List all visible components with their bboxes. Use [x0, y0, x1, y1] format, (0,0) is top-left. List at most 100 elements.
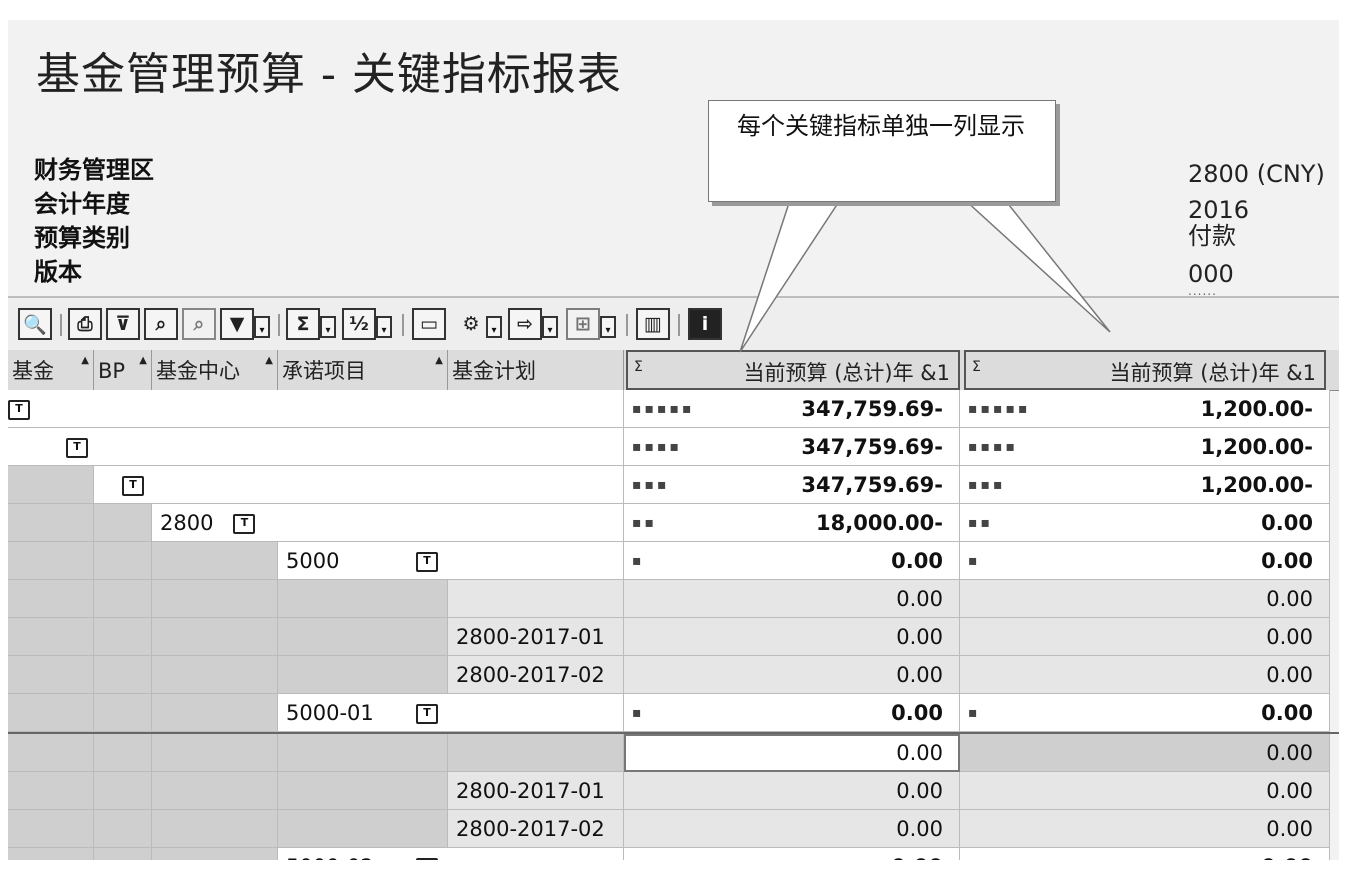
export-dropdown[interactable]: ▾: [486, 316, 502, 338]
budget-value-1: 0.00: [891, 848, 943, 860]
header-label-fiscal-year: 会计年度: [34, 189, 130, 218]
budget-value-2: 0.00: [1266, 741, 1313, 765]
table-row[interactable]: 2800-2017-01 0.00 0.00: [8, 618, 1339, 656]
budget-value-2: 1,200.00-: [1200, 435, 1313, 459]
budget-value-1: 347,759.69-: [801, 435, 943, 459]
toolbar-separator: [60, 314, 62, 336]
print-icon[interactable]: ⎙: [68, 308, 102, 340]
column-header-fund-center[interactable]: 基金中心 ▲: [152, 350, 278, 390]
column-header-label: 基金中心: [156, 359, 240, 383]
layout-icon[interactable]: ⊞: [566, 308, 600, 340]
budget-value-1: 347,759.69-: [801, 473, 943, 497]
table-row[interactable]: 0.00 0.00: [8, 580, 1339, 618]
table-row[interactable]: 2800-2017-01 0.00 0.00: [8, 772, 1339, 810]
header-label-budget-category: 预算类别: [34, 223, 130, 252]
subtotal-icon[interactable]: T: [416, 552, 438, 572]
table-row[interactable]: T ▪▪▪ 347,759.69- ▪▪▪ 1,200.00-: [8, 466, 1339, 504]
table-row[interactable]: 2800-2017-02 0.00 0.00: [8, 810, 1339, 848]
find-next-icon[interactable]: ⌕: [182, 308, 216, 340]
header-value-version: 000: [1188, 260, 1234, 288]
column-header-label: 基金计划: [452, 359, 536, 383]
hierarchy-dots: ▪: [632, 705, 645, 721]
table-row[interactable]: 5000-02 T ▪ 0.00 ▪ 0.00: [8, 848, 1339, 860]
budget-value-2: 0.00: [1266, 587, 1313, 611]
hierarchy-dots: ▪▪▪: [968, 477, 1006, 493]
fund-plan-value: 2800-2017-02: [448, 810, 624, 848]
subtotal-icon[interactable]: T: [233, 514, 256, 534]
sort-ascending-icon: ▲: [435, 355, 443, 366]
set-filter-dropdown[interactable]: ▾: [254, 316, 270, 338]
header-label-fm-area: 财务管理区: [34, 155, 154, 184]
budget-value-2: 0.00: [1261, 549, 1313, 573]
hierarchy-dots: ▪: [968, 705, 981, 721]
table-row[interactable]: T ▪▪▪▪▪ 347,759.69- ▪▪▪▪▪ 1,200.00-: [8, 390, 1339, 428]
column-header-fund[interactable]: 基金 ▲: [8, 350, 94, 390]
table-row-selected[interactable]: 0.00 0.00: [8, 732, 1339, 772]
sigma-icon: Σ: [634, 359, 643, 375]
graph-icon[interactable]: ▥: [636, 308, 670, 340]
budget-value-1: 0.00: [896, 587, 943, 611]
header-value-budget-category: 付款: [1188, 222, 1236, 250]
sum-icon[interactable]: Σ: [286, 308, 320, 340]
sort-ascending-icon: ▲: [265, 355, 273, 366]
header-value-fm-area: 2800 (CNY): [1188, 160, 1325, 188]
fund-plan-value: 2800-2017-01: [448, 618, 624, 656]
layout-dropdown[interactable]: ▾: [600, 316, 616, 338]
table-row[interactable]: T ▪▪▪▪ 347,759.69- ▪▪▪▪ 1,200.00-: [8, 428, 1339, 466]
budget-value-2: 0.00: [1261, 848, 1313, 860]
budget-value-1: 0.00: [891, 701, 943, 725]
header-label-version: 版本: [34, 257, 82, 286]
column-header-commitment-item[interactable]: 承诺项目 ▲: [278, 350, 448, 390]
budget-value-1: 347,759.69-: [801, 397, 943, 421]
budget-value-1: 0.00: [896, 663, 943, 687]
set-filter-icon[interactable]: ▼: [220, 308, 254, 340]
filter-icon[interactable]: ⊽: [106, 308, 140, 340]
find-icon[interactable]: ⌕: [144, 308, 178, 340]
column-header-budget-2[interactable]: Σ 当前预算 (总计)年 &1: [964, 350, 1326, 390]
subtotal-icon[interactable]: T: [8, 400, 30, 420]
budget-value-2: 0.00: [1266, 663, 1313, 687]
table-row[interactable]: 2800 T ▪▪ 18,000.00- ▪▪ 0.00: [8, 504, 1339, 542]
column-header-label: 当前预算 (总计)年 &1: [1109, 361, 1316, 385]
budget-value-1: 0.00: [891, 549, 943, 573]
budget-value-1: 0.00: [896, 779, 943, 803]
subtotal-icon[interactable]: T: [66, 438, 88, 458]
view-icon[interactable]: ⇨: [508, 308, 542, 340]
subtotal-icon[interactable]: T: [416, 704, 438, 724]
toolbar-separator: [402, 314, 404, 336]
subtotal-icon[interactable]: T: [122, 476, 144, 496]
fund-plan-value: [448, 580, 624, 618]
print-preview-icon[interactable]: ▭: [412, 308, 446, 340]
subtotal-icon[interactable]: ½: [342, 308, 376, 340]
hierarchy-dots: ▪: [632, 848, 645, 860]
hierarchy-dots: ▪▪: [632, 515, 657, 531]
hierarchy-dots: ▪▪▪: [632, 477, 670, 493]
report-grid: T ▪▪▪▪▪ 347,759.69- ▪▪▪▪▪ 1,200.00- T ▪▪▪▪…: [8, 390, 1339, 860]
budget-value-1: 0.00: [896, 817, 943, 841]
budget-value-1: 0.00: [896, 625, 943, 649]
commitment-item-value: 5000: [286, 549, 340, 573]
current-cell[interactable]: 0.00: [624, 734, 960, 772]
column-header-bp[interactable]: BP ▲: [94, 350, 152, 390]
hierarchy-dots: ▪: [632, 553, 645, 569]
subtotal-icon[interactable]: T: [416, 858, 438, 860]
column-header-budget-1[interactable]: Σ 当前预算 (总计)年 &1: [626, 350, 960, 390]
sum-dropdown[interactable]: ▾: [320, 316, 336, 338]
budget-value-2: 1,200.00-: [1200, 397, 1313, 421]
hierarchy-dots: ▪▪▪▪: [968, 439, 1018, 455]
details-icon[interactable]: 🔍: [18, 308, 52, 340]
table-row[interactable]: 5000-01 T ▪ 0.00 ▪ 0.00: [8, 694, 1339, 732]
view-dropdown[interactable]: ▾: [542, 316, 558, 338]
table-row[interactable]: 5000 T ▪ 0.00 ▪ 0.00: [8, 542, 1339, 580]
page-title: 基金管理预算 - 关键指标报表: [36, 49, 622, 100]
table-row[interactable]: 2800-2017-02 0.00 0.00: [8, 656, 1339, 694]
budget-value-1: 18,000.00-: [816, 511, 943, 535]
fund-plan-value: 2800-2017-02: [448, 656, 624, 694]
export-icon[interactable]: ⚙: [454, 308, 488, 340]
budget-value-2: 0.00: [1266, 817, 1313, 841]
info-icon[interactable]: i: [688, 308, 722, 340]
subtotal-dropdown[interactable]: ▾: [376, 316, 392, 338]
sort-ascending-icon: ▲: [81, 355, 89, 366]
commitment-item-value: 5000-02: [286, 855, 374, 860]
column-header-fund-plan[interactable]: 基金计划: [448, 350, 624, 390]
